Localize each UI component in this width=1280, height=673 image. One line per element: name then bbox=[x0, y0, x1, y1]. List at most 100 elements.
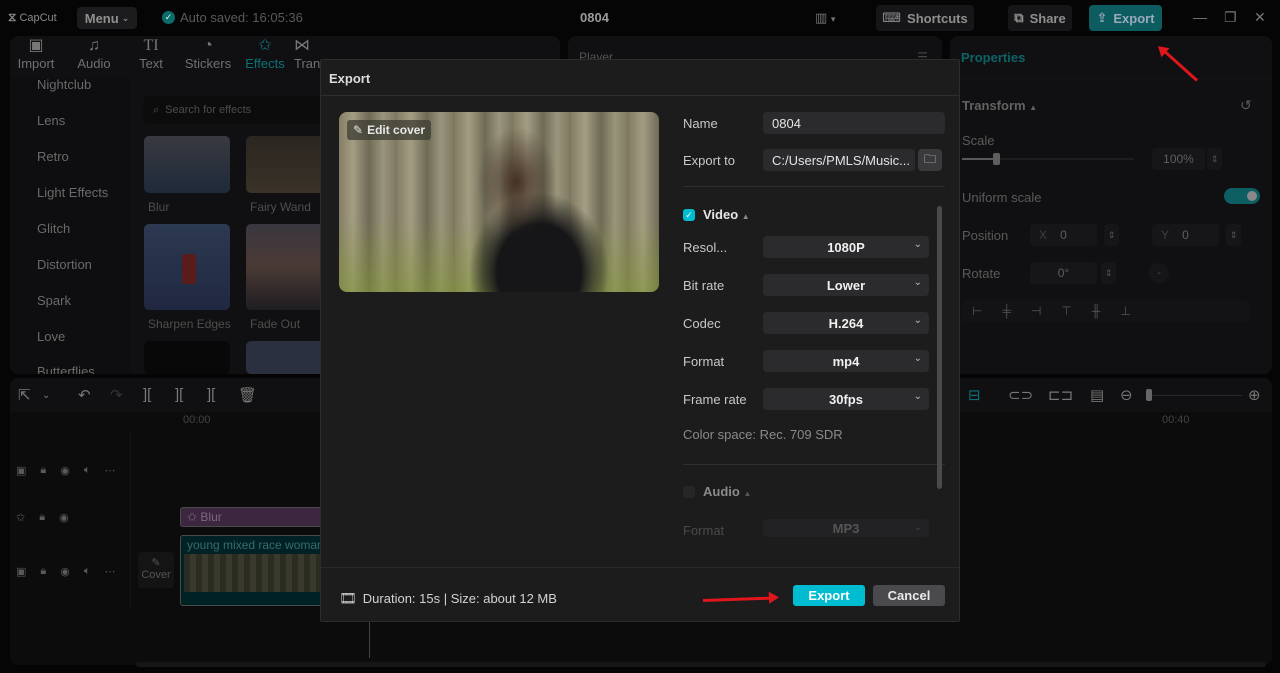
align-left-icon[interactable]: ⊢ bbox=[972, 304, 982, 318]
align-right-icon[interactable]: ⊣ bbox=[1031, 304, 1041, 318]
audio-section-header[interactable]: Audio ▲ bbox=[703, 484, 751, 499]
autosave-status: ✓ Auto saved: 16:05:36 bbox=[162, 10, 303, 25]
category-love[interactable]: Love bbox=[37, 329, 65, 344]
audio-icon[interactable]: 🔈︎ bbox=[84, 464, 91, 477]
lock-icon[interactable]: 🔒︎ bbox=[40, 464, 46, 477]
redo-icon[interactable]: ↷ bbox=[110, 386, 123, 404]
scale-value-input[interactable]: 100% bbox=[1152, 148, 1205, 170]
category-light-effects[interactable]: Light Effects bbox=[37, 185, 108, 200]
category-distortion[interactable]: Distortion bbox=[37, 257, 92, 272]
edit-cover-button[interactable]: ✎ Edit cover bbox=[347, 120, 432, 140]
position-x-stepper[interactable]: ⇕ bbox=[1104, 224, 1119, 246]
more-icon[interactable]: ⋯ bbox=[104, 565, 115, 578]
export-path-input[interactable]: C:/Users/PMLS/Music... bbox=[763, 149, 915, 171]
browse-folder-button[interactable]: 🗀 bbox=[918, 149, 942, 171]
tab-audio[interactable]: ♫ Audio bbox=[66, 36, 122, 71]
reset-icon[interactable]: ↺ bbox=[1240, 97, 1252, 114]
eye-icon[interactable]: ◉ bbox=[59, 511, 69, 524]
shortcuts-button[interactable]: ⌨ Shortcuts bbox=[876, 5, 974, 31]
timeline-scrollbar[interactable] bbox=[136, 662, 1266, 667]
select-tool-icon[interactable]: ⇱ bbox=[18, 386, 31, 404]
align-center-h-icon[interactable]: ╪ bbox=[1002, 304, 1011, 318]
framerate-select[interactable]: 30fps ⌄ bbox=[763, 388, 929, 410]
scale-slider[interactable] bbox=[962, 153, 1134, 165]
export-button[interactable]: Export bbox=[793, 585, 865, 606]
scale-slider-handle[interactable] bbox=[993, 153, 1001, 165]
split-left-icon[interactable]: ][ bbox=[175, 386, 183, 403]
bitrate-label: Bit rate bbox=[683, 278, 725, 293]
undo-icon[interactable]: ↶ bbox=[78, 386, 91, 404]
playhead[interactable] bbox=[369, 620, 370, 658]
link-icon[interactable]: ⊂⊃ bbox=[1008, 386, 1033, 404]
zoom-slider[interactable] bbox=[1152, 395, 1242, 396]
export-top-button[interactable]: ⇪ Export bbox=[1089, 5, 1162, 31]
share-button[interactable]: ⧉ Share bbox=[1008, 5, 1072, 31]
effects-search-input[interactable]: ⌕ Search for effects bbox=[143, 96, 333, 124]
position-y-input[interactable]: Y0 bbox=[1152, 224, 1219, 246]
align-top-icon[interactable]: ⊤ bbox=[1061, 304, 1071, 318]
lock-icon[interactable]: 🔒︎ bbox=[40, 565, 46, 578]
tab-import[interactable]: ▣ Import bbox=[8, 36, 64, 71]
tab-label: Stickers bbox=[184, 56, 232, 71]
position-x-input[interactable]: X0 bbox=[1030, 224, 1097, 246]
zoom-in-icon[interactable]: ⊕ bbox=[1248, 386, 1261, 404]
category-lens[interactable]: Lens bbox=[37, 113, 65, 128]
video-checkbox[interactable]: ✓ bbox=[683, 209, 695, 221]
audio-checkbox[interactable] bbox=[683, 486, 695, 498]
delete-icon[interactable]: 🗑 bbox=[238, 386, 257, 404]
effect-thumb-sharpen-edges[interactable] bbox=[144, 224, 230, 310]
category-spark[interactable]: Spark bbox=[37, 293, 71, 308]
resolution-select[interactable]: 1080P ⌄ bbox=[763, 236, 929, 258]
eye-icon[interactable]: ◉ bbox=[60, 464, 70, 477]
edit-icon: ✎ bbox=[353, 123, 364, 137]
settings-scrollbar[interactable] bbox=[937, 206, 942, 489]
search-icon: ⌕ bbox=[153, 103, 160, 116]
position-y-stepper[interactable]: ⇕ bbox=[1226, 224, 1241, 246]
scale-stepper[interactable]: ⇕ bbox=[1207, 148, 1222, 170]
close-button[interactable]: ✕ bbox=[1254, 9, 1266, 26]
video-clip[interactable]: young mixed race woman bbox=[180, 535, 330, 606]
tab-stickers[interactable]: ◔ Stickers bbox=[180, 36, 236, 71]
minimize-button[interactable]: — bbox=[1193, 9, 1207, 25]
split-view-icon[interactable]: ⊏⊐ bbox=[1048, 386, 1073, 404]
category-glitch[interactable]: Glitch bbox=[37, 221, 70, 236]
audio-format-select[interactable]: MP3 ⌄ bbox=[763, 519, 929, 537]
cancel-button[interactable]: Cancel bbox=[873, 585, 945, 606]
cover-preview[interactable]: ✎ Edit cover bbox=[339, 112, 659, 292]
align-bottom-icon[interactable]: ⊥ bbox=[1120, 304, 1130, 318]
eye-icon[interactable]: ◉ bbox=[60, 565, 70, 578]
cover-button[interactable]: ✎ Cover bbox=[138, 552, 174, 588]
preview-axis-icon[interactable]: ▤ bbox=[1090, 386, 1104, 404]
category-retro[interactable]: Retro bbox=[37, 149, 69, 164]
chevron-down-icon[interactable]: ⌄ bbox=[42, 390, 50, 401]
effect-thumb[interactable] bbox=[144, 341, 230, 374]
effect-clip-blur[interactable]: ✩ Blur bbox=[180, 507, 330, 527]
name-input[interactable]: 0804 bbox=[763, 112, 945, 134]
codec-select[interactable]: H.264 ⌄ bbox=[763, 312, 929, 334]
lock-icon[interactable]: 🔒︎ bbox=[39, 511, 45, 524]
rotate-stepper[interactable]: ⇕ bbox=[1101, 262, 1116, 284]
tab-text[interactable]: TI Text bbox=[123, 36, 179, 71]
bitrate-select[interactable]: Lower ⌄ bbox=[763, 274, 929, 296]
split-icon[interactable]: ][ bbox=[143, 386, 151, 403]
layout-button[interactable]: ▥ ▾ bbox=[815, 10, 835, 26]
format-select[interactable]: mp4 ⌄ bbox=[763, 350, 929, 372]
rotate-input[interactable]: 0° bbox=[1030, 262, 1097, 284]
audio-icon[interactable]: 🔈︎ bbox=[84, 565, 91, 578]
rotate-dial[interactable]: - bbox=[1149, 263, 1169, 283]
restore-button[interactable]: ❐ bbox=[1224, 9, 1237, 26]
align-center-v-icon[interactable]: ╫ bbox=[1092, 304, 1101, 318]
transform-header[interactable]: Transform ▲ bbox=[962, 98, 1037, 113]
menu-button[interactable]: Menu ⌄ bbox=[77, 7, 137, 29]
uniform-scale-toggle[interactable] bbox=[1224, 188, 1260, 204]
more-icon[interactable]: ⋯ bbox=[104, 464, 115, 477]
video-section-header[interactable]: Video ▲ bbox=[703, 207, 750, 222]
zoom-out-icon[interactable]: ⊖ bbox=[1120, 386, 1133, 404]
magnet-icon[interactable]: ⊟ bbox=[968, 386, 981, 404]
category-butterflies[interactable]: Butterflies bbox=[37, 364, 95, 374]
category-nightclub[interactable]: Nightclub bbox=[37, 77, 91, 92]
effect-thumb-blur[interactable] bbox=[144, 136, 230, 193]
minimize-icon: — bbox=[1193, 9, 1207, 25]
split-right-icon[interactable]: ][ bbox=[207, 386, 215, 403]
tab-effects[interactable]: ✩ Effects bbox=[237, 36, 293, 71]
